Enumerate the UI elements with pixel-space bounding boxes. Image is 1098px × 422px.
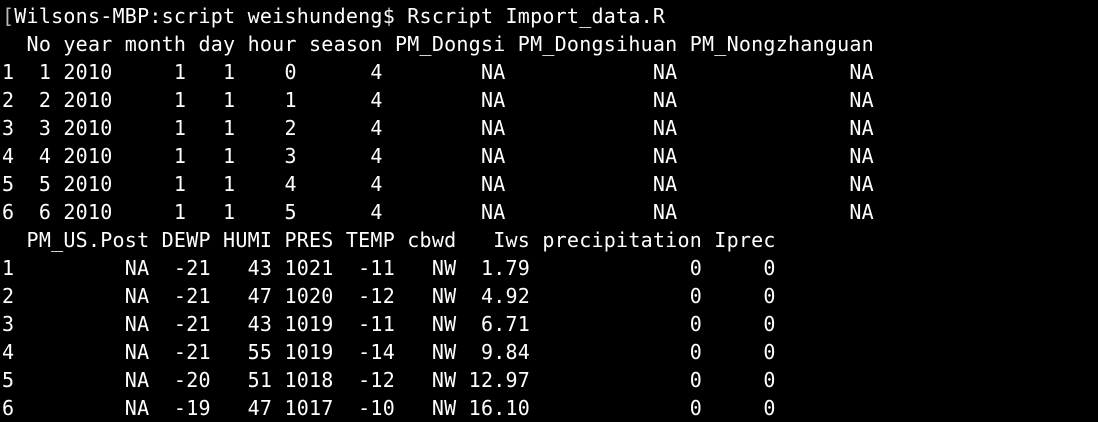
shell-command: Rscript Import_data.R bbox=[407, 4, 666, 28]
table-row: 5 NA -20 51 1018 -12 NW 12.97 0 0 bbox=[2, 368, 776, 392]
table-row: 6 6 2010 1 1 5 4 NA NA NA bbox=[2, 200, 874, 224]
table2-header: PM_US.Post DEWP HUMI PRES TEMP cbwd Iws … bbox=[2, 228, 776, 252]
table-row: 3 NA -21 43 1019 -11 NW 6.71 0 0 bbox=[2, 312, 776, 336]
table-row: 3 3 2010 1 1 2 4 NA NA NA bbox=[2, 116, 874, 140]
cursor-bracket: [ bbox=[2, 4, 15, 28]
table-row: 4 NA -21 55 1019 -14 NW 9.84 0 0 bbox=[2, 340, 776, 364]
table-row: 1 1 2010 1 1 0 4 NA NA NA bbox=[2, 60, 874, 84]
table-row: 2 2 2010 1 1 1 4 NA NA NA bbox=[2, 88, 874, 112]
shell-prompt: Wilsons-MBP:script weishundeng$ bbox=[14, 4, 395, 28]
command-line: [Wilsons-MBP:script weishundeng$ Rscript… bbox=[2, 2, 1098, 30]
terminal-window[interactable]: [Wilsons-MBP:script weishundeng$ Rscript… bbox=[0, 0, 1098, 420]
table-row: 5 5 2010 1 1 4 4 NA NA NA bbox=[2, 172, 874, 196]
table-row: 4 4 2010 1 1 3 4 NA NA NA bbox=[2, 144, 874, 168]
table-row: 1 NA -21 43 1021 -11 NW 1.79 0 0 bbox=[2, 256, 776, 280]
table-row: 6 NA -19 47 1017 -10 NW 16.10 0 0 bbox=[2, 396, 776, 420]
table1-header: No year month day hour season PM_Dongsi … bbox=[2, 32, 874, 56]
table-row: 2 NA -21 47 1020 -12 NW 4.92 0 0 bbox=[2, 284, 776, 308]
